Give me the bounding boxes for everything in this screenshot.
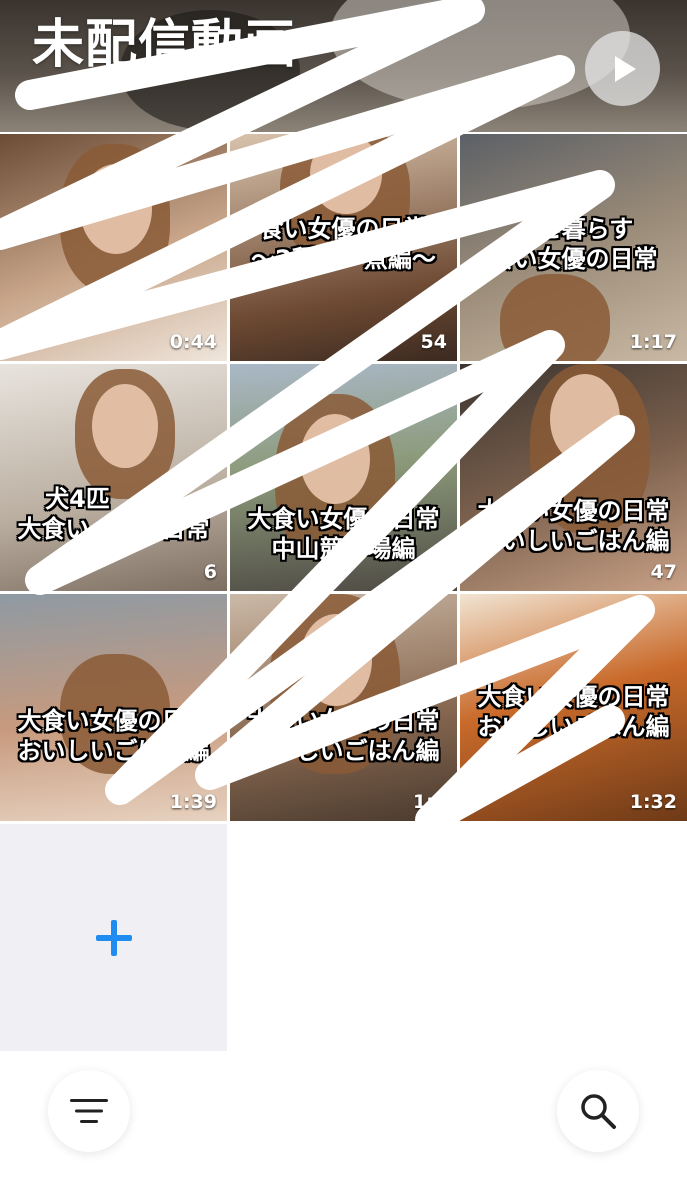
album-header: 未配信動画 [0, 0, 687, 132]
video-duration: 47 [650, 561, 677, 583]
thumbnail-face [80, 164, 152, 254]
search-button[interactable] [557, 1070, 639, 1152]
video-duration: 1:4 [412, 791, 447, 813]
sort-button[interactable] [48, 1070, 130, 1152]
video-duration: 1:3 [412, 561, 447, 583]
play-button[interactable] [585, 31, 660, 106]
video-tile[interactable]: 食い女優の日常 〜2種の 煮編〜 54 [230, 134, 457, 361]
video-caption: 大食い女優の日常 おいしいごはん編 [17, 707, 210, 765]
video-caption: 犬4匹 す 大食い の日常 [17, 485, 210, 543]
video-tile[interactable]: 犬4匹 す 大食い の日常 6 [0, 364, 227, 591]
video-duration: 6 [203, 561, 217, 583]
thumbnail-face [300, 614, 372, 706]
play-icon [614, 55, 636, 82]
video-tile[interactable]: 0:44 [0, 134, 227, 361]
video-caption: 大食い女優の日常 おいしいごはん編 [477, 497, 670, 555]
add-video-tile[interactable] [0, 824, 227, 1051]
album-title: 未配信動画 [32, 15, 298, 75]
video-tile[interactable]: と暮らす 食い女優の日常 1:17 [460, 134, 687, 361]
thumbnail-figure [500, 274, 610, 361]
thumbnail-face [550, 374, 620, 464]
thumbnail-face [92, 384, 158, 468]
video-caption: 大食い女優の日常 おいしいごはん編 [247, 707, 440, 765]
thumbnail-face [300, 414, 370, 504]
video-caption: 大食い女優の日常 おいしいごはん編 [477, 683, 670, 741]
video-tile[interactable]: 大食い女優の日常 おいしいごはん編 1:39 [0, 594, 227, 821]
video-duration: 1:32 [629, 791, 677, 813]
video-duration: 0:44 [169, 331, 217, 353]
video-tile[interactable]: 大食い女優の日常 おいしいごはん編 47 [460, 364, 687, 591]
video-caption: 大食い女優の日常 中山競 場編 [247, 505, 440, 563]
sort-icon [70, 1099, 108, 1123]
video-duration: 1:39 [169, 791, 217, 813]
video-duration: 54 [420, 331, 447, 353]
plus-icon [95, 919, 132, 956]
thumbnail-face [310, 134, 382, 214]
header-photo-highlight [330, 0, 630, 110]
search-icon [581, 1094, 616, 1129]
video-tile[interactable]: 大食い女優の日常 中山競 場編 1:3 [230, 364, 457, 591]
video-duration: 1:17 [629, 331, 677, 353]
video-caption: 食い女優の日常 〜2種の 煮編〜 [251, 215, 436, 273]
video-tile[interactable]: 大食い女優の日常 おいしいごはん編 1:32 [460, 594, 687, 821]
video-caption: と暮らす 食い女優の日常 [489, 215, 658, 273]
video-tile[interactable]: 大食い女優の日常 おいしいごはん編 1:4 [230, 594, 457, 821]
